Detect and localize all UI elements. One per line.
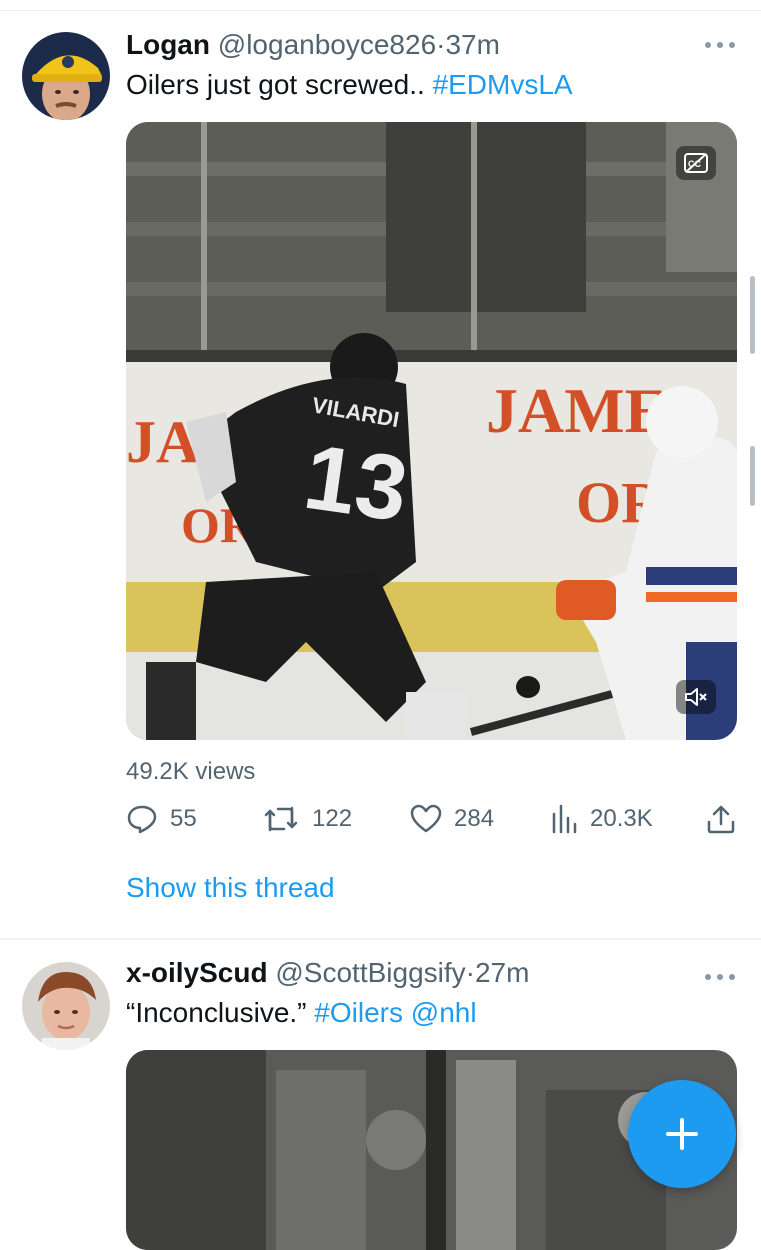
retweet-button[interactable]: 122 [262,804,352,834]
timestamp[interactable]: 37m [445,29,499,60]
video-frame: JAMES JAMES ORA OR VILARDI 13 [126,122,737,740]
user-handle[interactable]: @loganboyce826 [218,29,436,60]
reply-icon [127,805,157,834]
avatar[interactable] [22,962,110,1050]
mute-icon[interactable] [676,680,716,714]
share-icon [707,805,735,834]
display-name[interactable]: Logan [126,29,210,60]
scrollbar-track [750,446,755,506]
user-handle[interactable]: @ScottBiggsify [275,957,465,988]
avatar[interactable] [22,32,110,120]
separator-dot: · [465,957,475,988]
analytics-icon [552,804,577,834]
video-player[interactable]: JAMES JAMES ORA OR VILARDI 13 [126,122,737,740]
compose-button[interactable] [628,1080,736,1188]
display-name[interactable]: x-oilyScud [126,957,268,988]
reply-count: 55 [170,805,197,832]
scrollbar[interactable] [750,276,755,354]
more-icon[interactable] [704,956,736,988]
show-thread-link[interactable]: Show this thread [126,872,335,904]
hashtag-link[interactable]: #Oilers [314,997,403,1028]
tweet-text: “Inconclusive.” #Oilers @nhl [126,996,477,1030]
jersey-number: 13 [298,426,414,541]
tweet-text: Oilers just got screwed.. #EDMvsLA [126,68,573,102]
like-count: 284 [454,805,495,832]
view-count: 49.2K views [126,758,256,785]
retweet-icon [264,806,298,832]
analytics-count: 20.3K [590,805,653,832]
analytics-button[interactable]: 20.3K [550,804,653,834]
tweet-header: x-oilyScud @ScottBiggsify·27m [126,956,529,990]
timestamp[interactable]: 27m [475,957,529,988]
heart-icon [410,804,442,833]
hashtag-link[interactable]: #EDMvsLA [433,69,573,100]
mention-link[interactable]: @nhl [411,997,477,1028]
like-button[interactable]: 284 [410,804,494,834]
more-icon[interactable] [704,24,736,56]
reply-button[interactable]: 55 [126,804,197,834]
tweet-body: Oilers just got screwed.. [126,69,433,100]
retweet-count: 122 [312,805,353,832]
tweet-body: “Inconclusive.” [126,997,315,1028]
captions-icon[interactable]: CC [676,146,716,180]
tweet-header: Logan @loganboyce826·37m [126,28,500,62]
share-button[interactable] [706,804,736,834]
tweet-1[interactable]: Logan @loganboyce826·37m Oilers just got… [0,0,761,940]
plus-icon [666,1118,698,1150]
